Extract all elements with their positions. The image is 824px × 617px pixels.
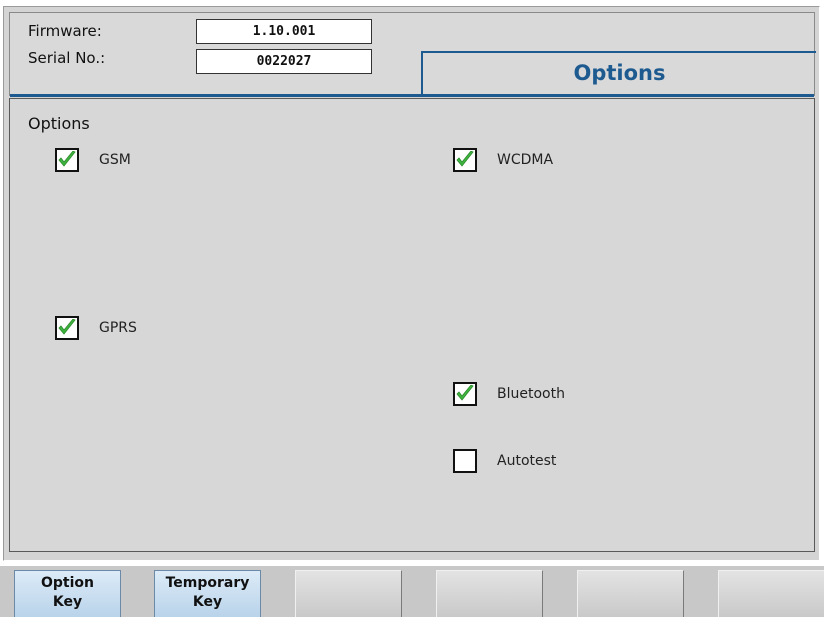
header-underline [10,94,814,97]
autotest-checkbox[interactable] [453,449,477,473]
softkey-3[interactable] [295,570,402,617]
autotest-label: Autotest [497,453,557,469]
wcdma-label: WCDMA [497,152,554,168]
gsm-checkbox[interactable] [55,148,79,172]
page-title: Options [573,61,666,85]
bluetooth-checkbox[interactable] [453,382,477,406]
section-heading: Options [28,114,90,133]
firmware-value: 1.10.001 [196,19,372,44]
softkey-bar: Option Key Temporary Key [0,566,824,617]
temporary-key-softkey[interactable]: Temporary Key [154,570,261,617]
option-key-softkey[interactable]: Option Key [14,570,121,617]
wcdma-checkbox[interactable] [453,148,477,172]
firmware-label: Firmware: [28,22,102,40]
gprs-checkbox[interactable] [55,316,79,340]
option-bluetooth[interactable]: Bluetooth [453,381,565,407]
option-gprs[interactable]: GPRS [55,315,137,341]
option-gsm[interactable]: GSM [55,147,131,173]
softkey-6[interactable] [718,570,824,617]
device-info-header: Firmware: 1.10.001 Serial No.: 0022027 O… [9,12,816,97]
softkey-1-line1: Option [41,575,94,591]
checkmark-icon [58,151,76,167]
checkmark-icon [58,319,76,335]
softkey-4[interactable] [436,570,543,617]
softkey-5[interactable] [577,570,684,617]
softkey-1-line2: Key [52,594,83,610]
softkey-2-line2: Key [192,594,223,610]
serial-number-label: Serial No.: [28,49,106,67]
option-wcdma[interactable]: WCDMA [453,147,553,173]
gsm-label: GSM [99,152,131,168]
bluetooth-label: Bluetooth [497,386,565,402]
gprs-label: GPRS [99,320,137,336]
checkmark-icon [456,151,474,167]
checkmark-icon [456,385,474,401]
softkey-2-line1: Temporary [165,575,250,591]
serial-number-value: 0022027 [196,49,372,74]
title-tab-border-top [421,51,816,53]
option-autotest[interactable]: Autotest [453,448,556,474]
